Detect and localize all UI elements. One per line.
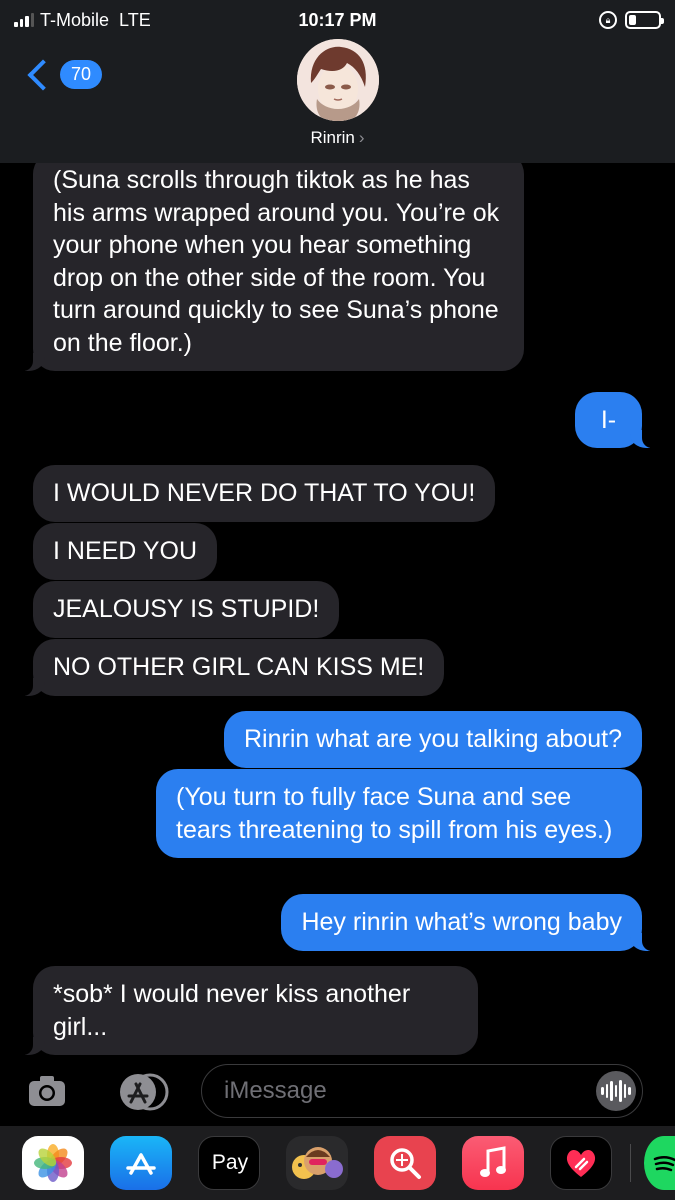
message-bubble-outgoing[interactable]: Rinrin what are you talking about? — [223, 711, 642, 768]
message-bubble-outgoing[interactable]: Hey rinrin what’s wrong baby — [281, 894, 658, 951]
message-text: NO OTHER GIRL CAN KISS ME! — [53, 653, 425, 681]
message-input-field[interactable] — [201, 1064, 643, 1118]
battery-icon — [625, 11, 664, 29]
app-store-icon[interactable] — [110, 1136, 172, 1190]
message-bubble-incoming[interactable]: I WOULD NEVER DO THAT TO YOU! — [33, 465, 496, 522]
image-search-icon[interactable] — [374, 1136, 436, 1190]
imessage-input[interactable] — [224, 1065, 584, 1116]
spotify-icon[interactable] — [644, 1136, 675, 1190]
rotation-lock-icon: 🔒︎ — [599, 11, 617, 29]
message-bubble-incoming[interactable]: *sob* I would never kiss another girl... — [17, 966, 478, 1055]
compose-bar — [0, 1056, 675, 1126]
music-icon[interactable] — [462, 1136, 524, 1190]
drawer-divider — [630, 1144, 631, 1182]
message-text: Hey rinrin what’s wrong baby — [301, 908, 622, 936]
message-bubble-outgoing[interactable]: (You turn to fully face Suna and see tea… — [156, 769, 642, 858]
unread-count-badge: 70 — [60, 60, 103, 89]
message-text: (You turn to fully face Suna and see tea… — [176, 783, 613, 844]
message-text: *sob* I would never kiss another girl... — [53, 980, 411, 1041]
digital-touch-icon[interactable] — [550, 1136, 612, 1190]
app-store-icon[interactable] — [114, 1072, 170, 1112]
message-text: JEALOUSY IS STUPID! — [53, 595, 320, 623]
app-drawer: Pay — [0, 1126, 675, 1200]
memoji-icon[interactable] — [286, 1136, 348, 1190]
signal-strength-icon — [14, 13, 34, 27]
message-text: (Suna scrolls through tiktok as he has h… — [53, 166, 500, 357]
audio-message-icon[interactable] — [596, 1071, 636, 1111]
network-type: LTE — [119, 9, 151, 30]
back-button[interactable]: 70 — [24, 58, 103, 91]
avatar-illustration — [297, 39, 379, 121]
message-bubble-outgoing[interactable]: I- — [575, 392, 658, 448]
photos-icon[interactable] — [22, 1136, 84, 1190]
contact-name-button[interactable]: Rinrin › — [0, 128, 675, 148]
chevron-left-icon — [27, 58, 59, 91]
message-bubble-incoming[interactable]: NO OTHER GIRL CAN KISS ME! — [16, 639, 445, 696]
chevron-right-icon: › — [358, 128, 365, 147]
message-bubble-incoming[interactable]: JEALOUSY IS STUPID! — [33, 581, 340, 638]
apple-pay-icon[interactable]: Pay — [198, 1136, 260, 1190]
message-bubble-incoming[interactable]: (Suna scrolls through tiktok as he has h… — [17, 163, 524, 371]
camera-icon[interactable] — [28, 1075, 66, 1107]
message-text: Rinrin what are you talking about? — [243, 725, 622, 753]
apple-pay-label: Pay — [211, 1151, 249, 1174]
battery-level — [629, 15, 636, 25]
carrier-name: T-Mobile — [40, 9, 110, 30]
message-bubble-incoming[interactable]: I NEED YOU — [33, 523, 218, 580]
message-text: I NEED YOU — [53, 537, 198, 565]
contact-avatar[interactable] — [297, 39, 379, 121]
message-text: I- — [600, 406, 617, 434]
message-text: I WOULD NEVER DO THAT TO YOU! — [53, 479, 476, 507]
status-bar: T-Mobile LTE 10:17 PM 🔒︎ — [0, 0, 675, 40]
contact-name: Rinrin — [310, 128, 355, 147]
message-thread[interactable]: (Suna scrolls through tiktok as he has h… — [0, 163, 675, 1056]
